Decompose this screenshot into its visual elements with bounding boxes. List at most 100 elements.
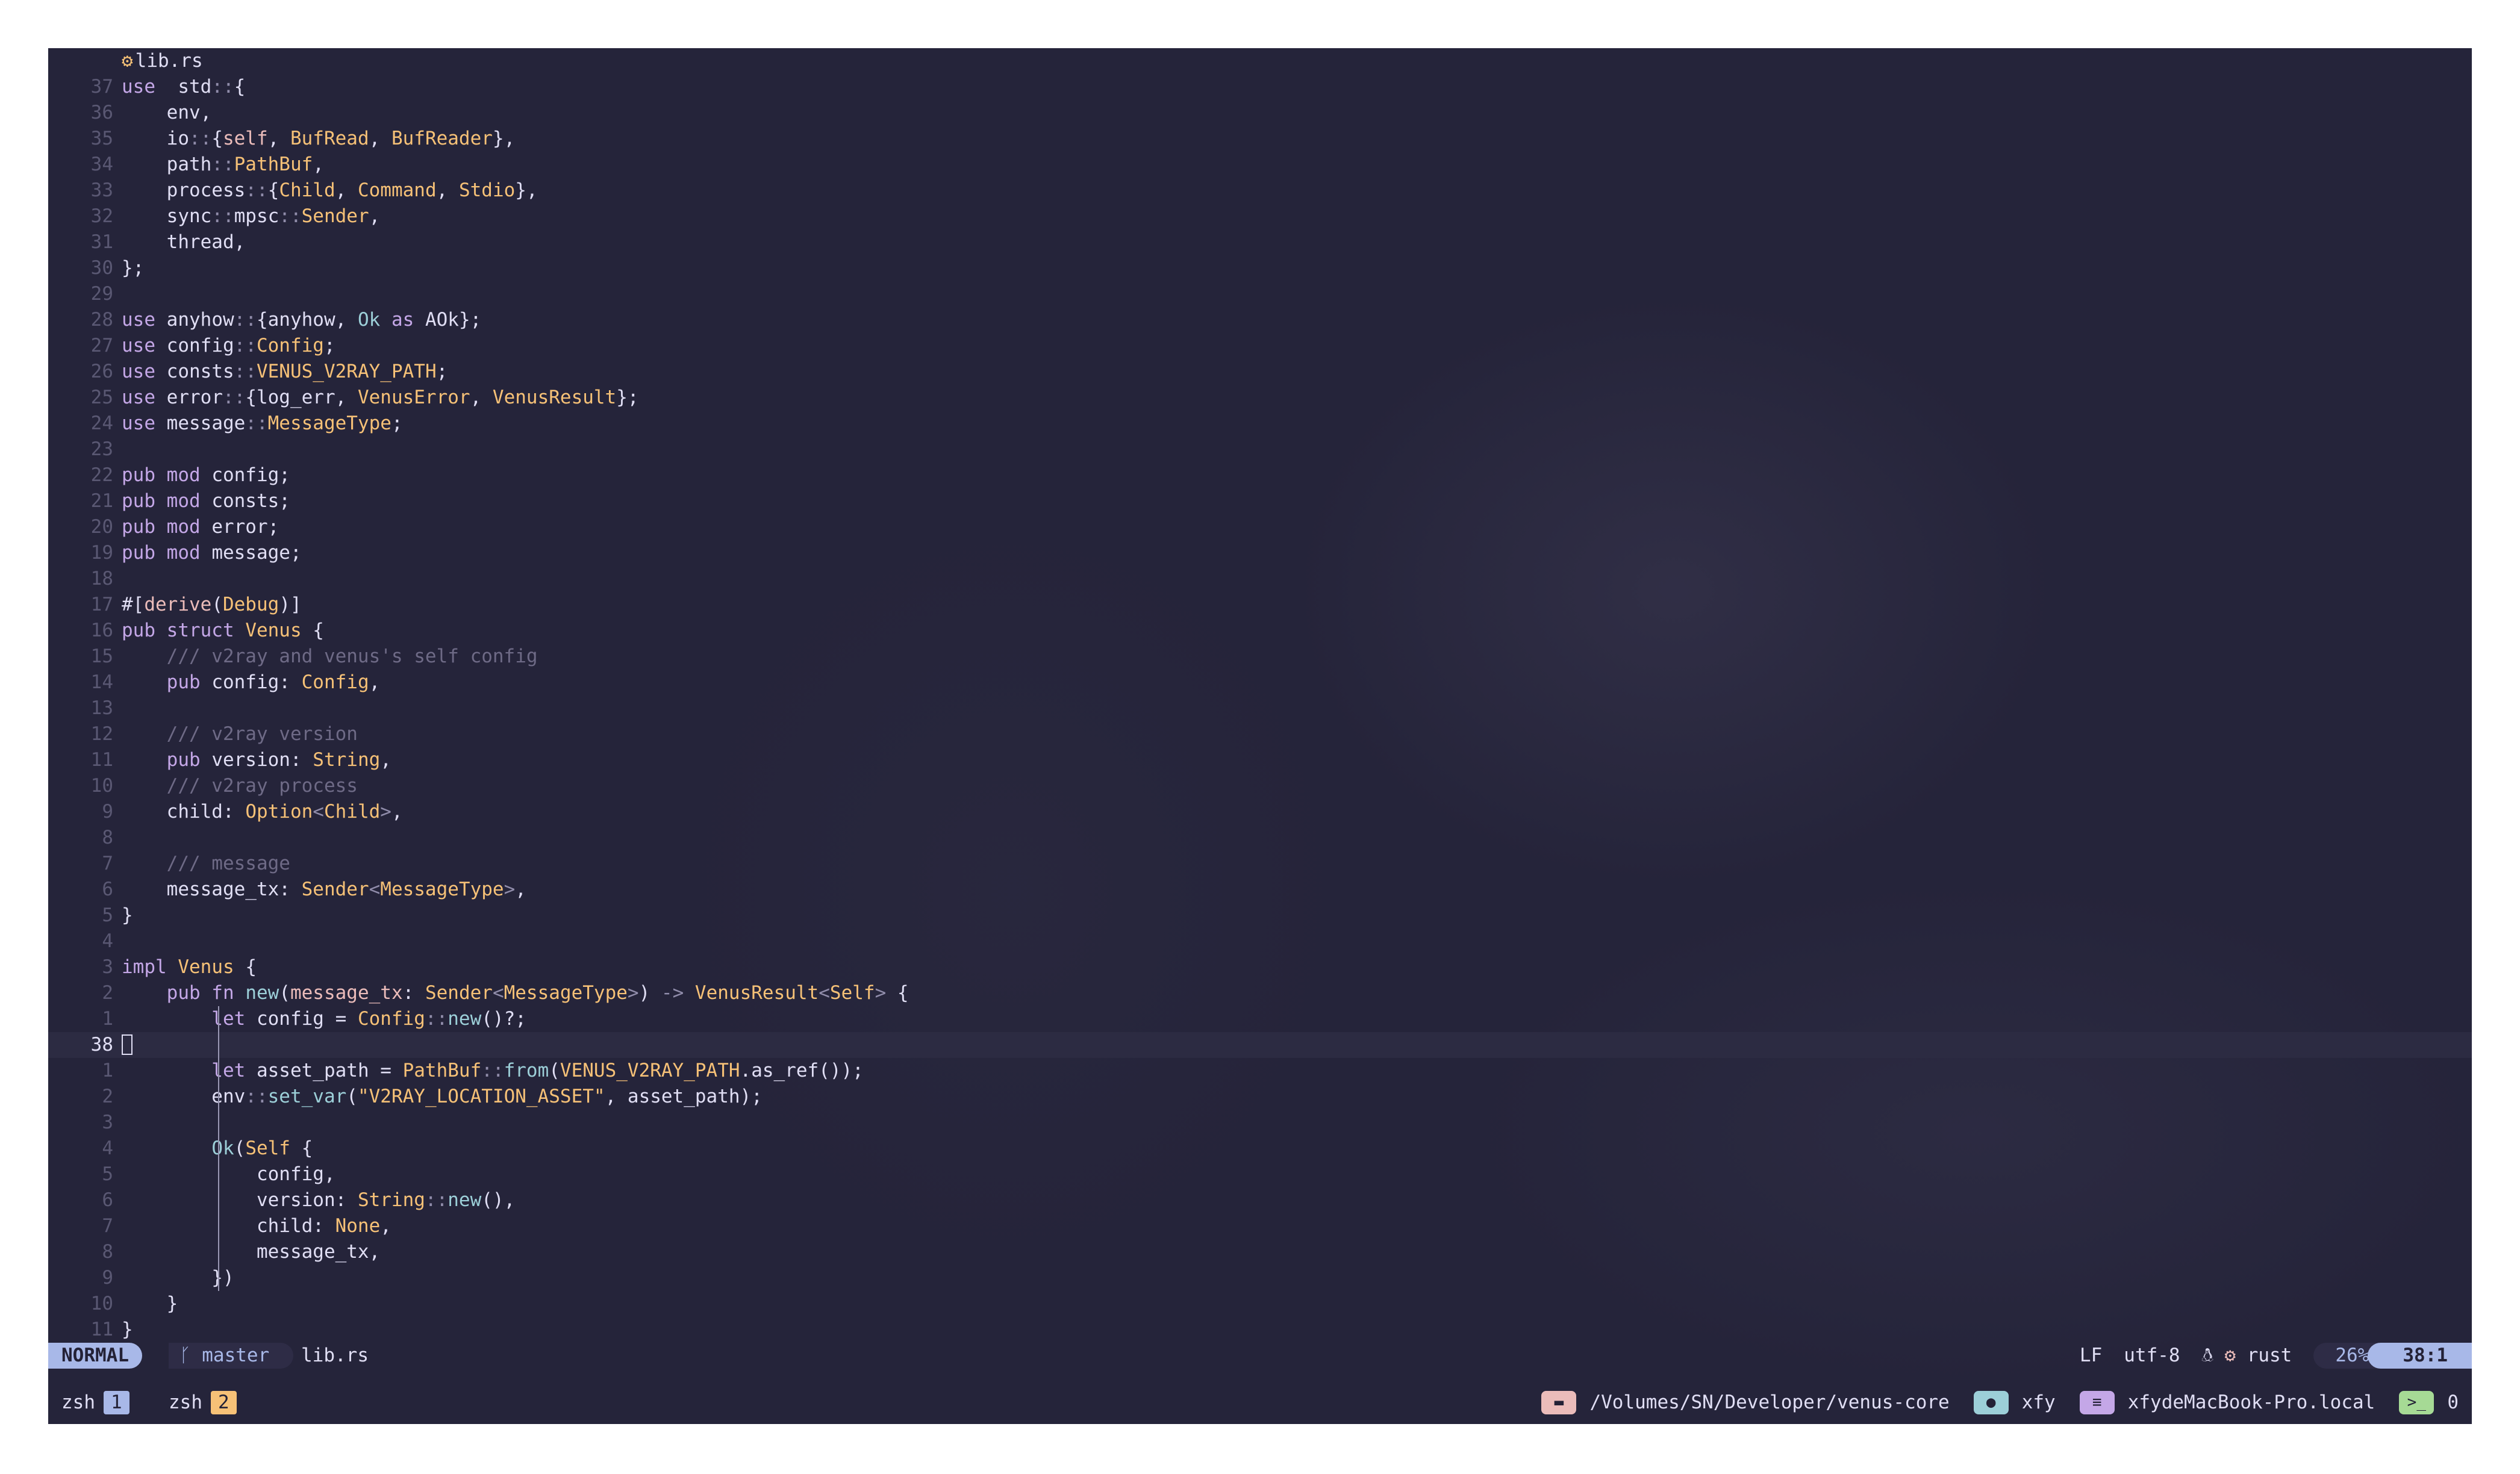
tmux-user-label: xfy — [2021, 1392, 2056, 1413]
code-line[interactable]: 2 pub fn new(message_tx: Sender<MessageT… — [48, 980, 2472, 1006]
code-text: env, — [122, 102, 212, 123]
line-number: 31 — [90, 231, 113, 253]
code-line[interactable]: 10 /// v2ray process — [48, 773, 2472, 799]
line-number: 27 — [90, 335, 113, 356]
code-text: pub struct Venus { — [122, 620, 324, 641]
code-line[interactable]: 34 path::PathBuf, — [48, 152, 2472, 178]
line-number: 11 — [90, 1319, 113, 1340]
rust-gear-icon: ⚙ — [2224, 1345, 2236, 1366]
git-branch[interactable]: ᚴ master — [169, 1343, 294, 1369]
code-line[interactable]: 11 pub version: String, — [48, 747, 2472, 773]
code-line[interactable]: 7 child: None, — [48, 1213, 2472, 1239]
code-text: pub mod consts; — [122, 490, 290, 512]
code-line[interactable]: 15 /// v2ray and venus's self config — [48, 644, 2472, 670]
code-line[interactable]: 30}; — [48, 255, 2472, 281]
code-text: }; — [122, 257, 145, 279]
line-number: 6 — [102, 878, 113, 900]
tmux-window-name: zsh — [61, 1392, 95, 1413]
line-number: 5 — [102, 904, 113, 926]
code-text: let asset_path = PathBuf::from(VENUS_V2R… — [122, 1060, 864, 1081]
code-line[interactable]: 23 — [48, 437, 2472, 462]
code-line[interactable]: 22 pub mod config; — [48, 462, 2472, 488]
code-text: pub version: String, — [122, 749, 391, 771]
code-line[interactable]: 37 use std::{ — [48, 74, 2472, 100]
code-line[interactable]: 21 pub mod consts; — [48, 488, 2472, 514]
code-line[interactable]: 9 child: Option<Child>, — [48, 799, 2472, 825]
code-line[interactable]: 1 let asset_path = PathBuf::from(VENUS_V… — [48, 1058, 2472, 1084]
server-icon: ≡ — [2079, 1391, 2115, 1414]
code-line[interactable]: 3 impl Venus { — [48, 954, 2472, 980]
line-number: 30 — [90, 257, 113, 279]
line-number: 4 — [102, 1137, 113, 1159]
code-line[interactable]: 20 pub mod error; — [48, 514, 2472, 540]
line-number: 6 — [102, 1189, 113, 1211]
code-text: pub fn new(message_tx: Sender<MessageTyp… — [122, 982, 909, 1004]
status-line: NORMAL ᚴ master lib.rs LF utf-8 🐧︎ ⚙ rus… — [48, 1343, 2472, 1369]
code-line[interactable]: 12 /// v2ray version — [48, 721, 2472, 747]
line-number: 3 — [102, 1112, 113, 1133]
code-line[interactable]: 8 message_tx, — [48, 1239, 2472, 1265]
code-line[interactable]: 1 let config = Config::new()?; — [48, 1006, 2472, 1032]
code-line[interactable]: 5 config, — [48, 1161, 2472, 1187]
file-tab[interactable]: ⚙ lib.rs — [122, 48, 203, 74]
line-number: 7 — [102, 853, 113, 874]
tmux-window-2[interactable]: zsh 2 — [169, 1390, 237, 1416]
code-line[interactable]: 18 — [48, 566, 2472, 592]
code-line[interactable]: 27 use config::Config; — [48, 333, 2472, 359]
code-line[interactable]: 8 — [48, 825, 2472, 851]
code-editor[interactable]: ⚙ lib.rs 37 use std::{36 env, 35 io::{self,… — [48, 48, 2472, 1343]
current-line[interactable]: 38 — [48, 1032, 2472, 1058]
code-text: } — [122, 1293, 178, 1314]
code-line[interactable]: 28 use anyhow::{anyhow, Ok as AOk}; — [48, 307, 2472, 333]
code-line[interactable]: 16 pub struct Venus { — [48, 618, 2472, 644]
code-text: thread, — [122, 231, 246, 253]
code-text: use error::{log_err, VenusError, VenusRe… — [122, 387, 639, 408]
code-line[interactable]: 2 env::set_var("V2RAY_LOCATION_ASSET", a… — [48, 1084, 2472, 1110]
file-tab-label: lib.rs — [135, 50, 203, 72]
tmux-window-1[interactable]: zsh 1 — [61, 1390, 129, 1416]
code-line[interactable]: 10 } — [48, 1291, 2472, 1317]
code-line[interactable]: 4 — [48, 928, 2472, 954]
code-line[interactable]: 11} — [48, 1317, 2472, 1343]
code-line[interactable]: 33 process::{Child, Command, Stdio}, — [48, 178, 2472, 204]
code-line[interactable]: 4 Ok(Self { — [48, 1136, 2472, 1161]
folder-icon: ▬ — [1541, 1391, 1577, 1414]
code-line[interactable]: 17 #[derive(Debug)] — [48, 592, 2472, 618]
line-number: 34 — [90, 154, 113, 175]
code-line[interactable]: 26 use consts::VENUS_V2RAY_PATH; — [48, 359, 2472, 385]
code-text: let config = Config::new()?; — [122, 1008, 526, 1030]
code-line[interactable]: 13 — [48, 695, 2472, 721]
code-text: pub mod error; — [122, 516, 279, 538]
code-line[interactable]: 6 version: String::new(), — [48, 1187, 2472, 1213]
code-line[interactable]: 29 — [48, 281, 2472, 307]
line-number: 21 — [90, 490, 113, 512]
code-text: /// v2ray and venus's self config — [122, 645, 538, 667]
code-text: child: None, — [122, 1215, 391, 1237]
code-line[interactable]: 6 message_tx: Sender<MessageType>, — [48, 877, 2472, 903]
code-line[interactable]: 14 pub config: Config, — [48, 670, 2472, 695]
code-line[interactable]: 9 }) — [48, 1265, 2472, 1291]
line-number: 36 — [90, 102, 113, 123]
code-text: pub mod config; — [122, 464, 290, 486]
code-line[interactable]: 35 io::{self, BufRead, BufReader}, — [48, 126, 2472, 152]
filetype: 🐧︎ ⚙ rust — [2202, 1343, 2292, 1369]
code-line[interactable]: 7 /// message — [48, 851, 2472, 877]
code-line[interactable]: 25 use error::{log_err, VenusError, Venus… — [48, 385, 2472, 411]
cursor-position: 38:1 — [2368, 1343, 2472, 1369]
line-number: 12 — [90, 723, 113, 745]
code-line[interactable]: 5} — [48, 903, 2472, 928]
code-line[interactable]: 31 thread, — [48, 229, 2472, 255]
line-ending: LF — [2079, 1345, 2103, 1366]
tmux-path: ▬ /Volumes/SN/Developer/venus-core — [1541, 1390, 1950, 1416]
tmux-path-label: /Volumes/SN/Developer/venus-core — [1589, 1392, 1950, 1413]
code-text: message_tx, — [122, 1241, 381, 1263]
code-line[interactable]: 32 sync::mpsc::Sender, — [48, 204, 2472, 229]
code-line[interactable]: 19 pub mod message; — [48, 540, 2472, 566]
code-line[interactable]: 24 use message::MessageType; — [48, 411, 2472, 437]
line-number: 23 — [90, 438, 113, 460]
line-number: 10 — [90, 1293, 113, 1314]
code-line[interactable]: 3 — [48, 1110, 2472, 1136]
line-number: 10 — [90, 775, 113, 797]
code-line[interactable]: 36 env, — [48, 100, 2472, 126]
linux-tux-icon: 🐧︎ — [2201, 1345, 2225, 1366]
